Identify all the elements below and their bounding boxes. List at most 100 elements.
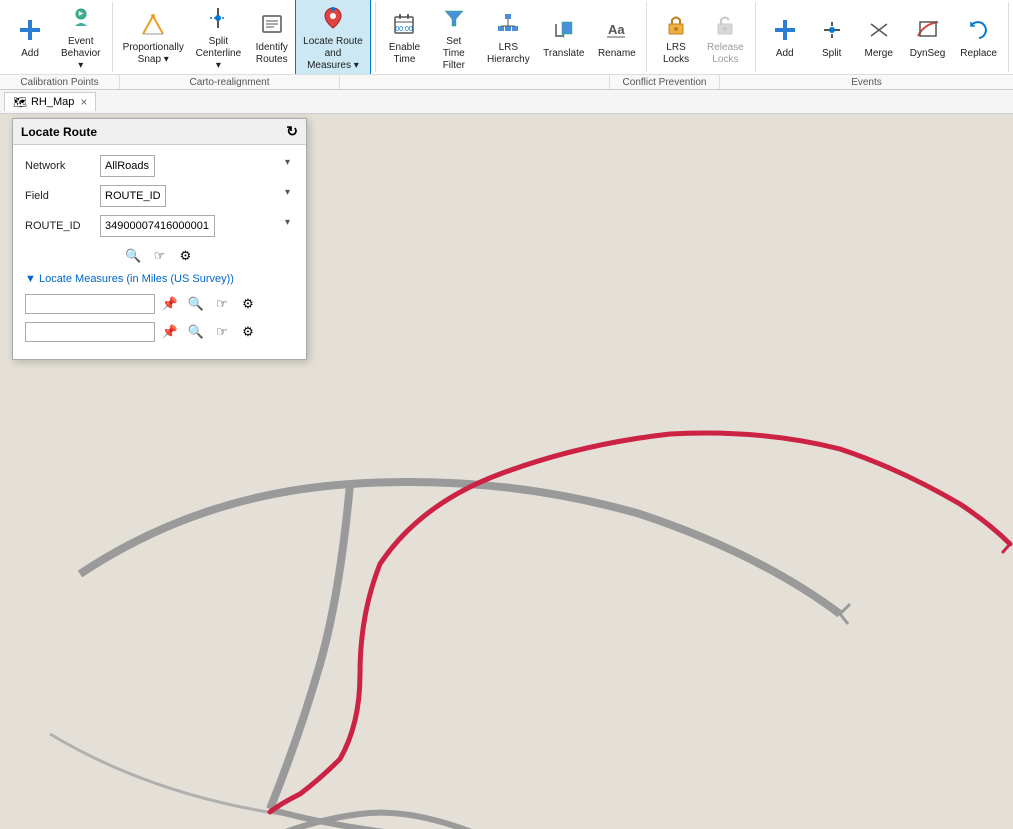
search-measure-icon-2[interactable]: 🔍 — [185, 321, 207, 343]
field-select[interactable]: ROUTE_ID — [100, 185, 166, 207]
locate-route-label: Locate Route and Measures ▾ — [302, 36, 364, 72]
add-label: Add — [21, 48, 39, 60]
carto-section-label: Carto-realignment — [120, 75, 340, 89]
ribbon-toolbar: Add ▶ Event Behavior ▾ Proportionally Sn… — [0, 0, 1013, 74]
section-calibration: Add ▶ Event Behavior ▾ — [4, 2, 113, 72]
dynseg-button[interactable]: DynSeg — [903, 10, 953, 64]
time-section-label — [340, 75, 610, 89]
cursor-measure-icon-1[interactable]: ☞ — [211, 293, 233, 315]
add-event-label: Add — [776, 48, 794, 60]
translate-button[interactable]: Translate — [537, 10, 591, 64]
settings-measure-icon-1[interactable]: ⚙ — [237, 293, 259, 315]
set-time-filter-label: Set Time Filter — [435, 36, 473, 72]
locate-icon — [317, 2, 349, 34]
locate-route-panel: Locate Route ↻ Network AllRoads Field RO… — [12, 118, 307, 360]
route-id-select-wrap: 34900007416000001 — [100, 215, 294, 237]
snap-icon — [137, 8, 169, 40]
merge-icon — [863, 14, 895, 46]
popup-title: Locate Route — [21, 125, 97, 139]
unlock-icon — [709, 8, 741, 40]
cursor-icon[interactable]: ☞ — [149, 245, 171, 267]
enable-time-label: Enable Time — [389, 42, 420, 66]
action-icons-row: 🔍 ☞ ⚙ — [25, 245, 294, 267]
events-section-label: Events — [720, 75, 1013, 89]
section-conflict: LRS Locks Release Locks — [649, 2, 756, 72]
merge-label: Merge — [865, 48, 893, 60]
network-select-wrap: AllRoads — [100, 155, 294, 177]
event-behavior-button[interactable]: ▶ Event Behavior ▾ — [53, 0, 108, 76]
field-row: Field ROUTE_ID — [25, 185, 294, 207]
route-id-row: ROUTE_ID 34900007416000001 — [25, 215, 294, 237]
conflict-section-label: Conflict Prevention — [610, 75, 720, 89]
measures-chevron: ▼ — [25, 273, 39, 285]
merge-button[interactable]: Merge — [856, 10, 902, 64]
add-event-button[interactable]: Add — [762, 10, 808, 64]
section-carto: Proportionally Snap ▾ Split Centerline ▾… — [115, 2, 376, 72]
map-area: Locate Route ↻ Network AllRoads Field RO… — [0, 114, 1013, 829]
map-tab[interactable]: 🗺 RH_Map × — [4, 92, 96, 111]
close-tab-button[interactable]: × — [80, 95, 87, 109]
field-label: Field — [25, 190, 100, 202]
dynseg-icon — [912, 14, 944, 46]
translate-icon — [548, 14, 580, 46]
split-event-label: Split — [822, 48, 841, 60]
svg-text:▶: ▶ — [78, 11, 83, 17]
cursor-measure-icon-2[interactable]: ☞ — [211, 321, 233, 343]
split-icon2 — [816, 14, 848, 46]
measures-section: ▼ Locate Measures (in Miles (US Survey))… — [25, 273, 294, 343]
add-button[interactable]: Add — [8, 10, 52, 64]
locate-route-button[interactable]: Locate Route and Measures ▾ — [295, 0, 371, 76]
rename-icon: Aa — [601, 14, 633, 46]
svg-text:00:00: 00:00 — [396, 26, 414, 33]
split-event-button[interactable]: Split — [809, 10, 855, 64]
settings-measure-icon-2[interactable]: ⚙ — [237, 321, 259, 343]
network-select[interactable]: AllRoads — [100, 155, 155, 177]
search-measure-icon-1[interactable]: 🔍 — [185, 293, 207, 315]
enable-time-button[interactable]: 00:00 Enable Time — [382, 4, 427, 70]
clock-icon: 00:00 — [388, 8, 420, 40]
route-id-label: ROUTE_ID — [25, 220, 100, 232]
replace-label: Replace — [960, 48, 997, 60]
pin-icon-1[interactable]: 📌 — [159, 293, 181, 315]
lrs-locks-button[interactable]: LRS Locks — [653, 4, 699, 70]
refresh-icon[interactable]: ↻ — [286, 123, 298, 140]
section-time: 00:00 Enable Time Set Time Filter LRS Hi… — [378, 2, 647, 72]
release-locks-button[interactable]: Release Locks — [700, 4, 751, 70]
svg-text:Aa: Aa — [608, 22, 625, 37]
dynseg-label: DynSeg — [910, 48, 946, 60]
lrs-locks-label: LRS Locks — [663, 42, 689, 66]
replace-button[interactable]: Replace — [953, 10, 1004, 64]
field-select-wrap: ROUTE_ID — [100, 185, 294, 207]
search-icon[interactable]: 🔍 — [123, 245, 145, 267]
section-events: Add Split Merge — [758, 2, 1009, 72]
set-time-filter-button[interactable]: Set Time Filter — [428, 0, 480, 76]
split-centerline-label: Split Centerline ▾ — [195, 36, 242, 72]
add-icon — [14, 14, 46, 46]
event-behavior-label: Event Behavior ▾ — [60, 36, 101, 72]
measure-input-1[interactable] — [25, 294, 155, 314]
map-tab-bar: 🗺 RH_Map × — [0, 90, 1013, 114]
pin-icon-2[interactable]: 📌 — [159, 321, 181, 343]
event-icon: ▶ — [65, 2, 97, 34]
route-id-select[interactable]: 34900007416000001 — [100, 215, 215, 237]
translate-label: Translate — [543, 48, 584, 60]
measures-header[interactable]: ▼ Locate Measures (in Miles (US Survey)) — [25, 273, 294, 285]
measure-input-2[interactable] — [25, 322, 155, 342]
split-icon — [202, 2, 234, 34]
map-tab-label: RH_Map — [31, 96, 74, 108]
proportionally-snap-button[interactable]: Proportionally Snap ▾ — [119, 4, 187, 70]
hierarchy-icon — [492, 8, 524, 40]
settings-icon[interactable]: ⚙ — [175, 245, 197, 267]
replace-icon — [963, 14, 995, 46]
rename-label: Rename — [598, 48, 636, 60]
filter-icon — [438, 2, 470, 34]
map-icon: 🗺 — [13, 96, 27, 109]
calibration-section-label: Calibration Points — [0, 75, 120, 89]
popup-body: Network AllRoads Field ROUTE_ID ROUT — [13, 145, 306, 359]
identify-routes-button[interactable]: Identify Routes — [250, 4, 294, 70]
rename-button[interactable]: Aa Rename — [592, 10, 642, 64]
lrs-hierarchy-button[interactable]: LRS Hierarchy — [481, 4, 536, 70]
identify-routes-label: Identify Routes — [256, 42, 288, 66]
split-centerline-button[interactable]: Split Centerline ▾ — [188, 0, 249, 76]
identify-icon — [256, 8, 288, 40]
